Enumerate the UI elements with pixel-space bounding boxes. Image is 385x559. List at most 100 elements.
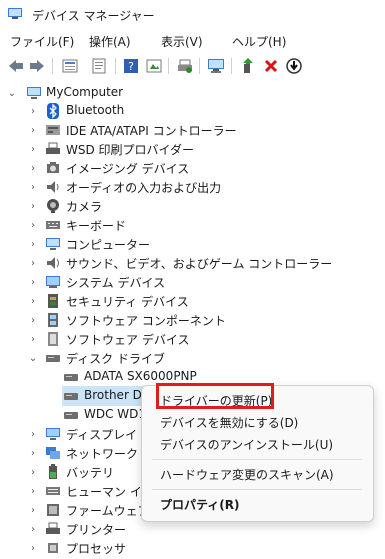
forward-icon[interactable] [27,56,47,76]
tree-item-label: システム デバイス [66,276,166,290]
tree-item-label: ソフトウェア コンポーネント [66,314,226,328]
tree-item-label: コンピューター [66,238,151,252]
tree-item-label: ソフトウェア デバイス [66,333,190,347]
tree-item-processor[interactable]: › プロセッサ [0,537,385,559]
toolbar: ? [0,52,385,80]
chevron-down-icon[interactable]: ⌄ [6,87,18,99]
monitor-scan-icon[interactable] [206,56,226,76]
menu-help[interactable]: ヘルプ(H) [232,33,286,50]
software-device-icon [48,332,58,346]
network-adapter-icon [46,447,60,459]
menu-view[interactable]: 表示(V) [161,33,203,50]
chevron-right-icon[interactable]: › [27,314,39,326]
chevron-right-icon[interactable]: › [27,333,39,345]
properties-icon[interactable] [89,56,109,76]
chevron-right-icon[interactable]: › [27,542,39,554]
toolbar-separator [52,58,53,74]
sound-controller-icon [47,257,59,269]
tree-item-label: プロセッサ [66,542,127,556]
system-device-icon [46,276,60,288]
printer-icon [46,142,60,154]
chevron-right-icon[interactable]: › [27,447,39,459]
chevron-right-icon[interactable]: › [27,485,39,497]
speaker-icon [47,181,59,193]
action-view-icon[interactable] [144,56,164,76]
bluetooth-icon [47,103,59,119]
tree-item-label: プリンター [66,523,127,537]
tree-item-label: ディスク ドライブ [66,352,165,366]
menu-bar: ファイル(F) 操作(A) 表示(V) ヘルプ(H) [0,30,385,52]
tree-item-label: バッテリ [66,466,115,480]
back-icon[interactable] [6,56,26,76]
keyboard-icon [46,221,60,229]
tree-item-label: セキュリティ デバイス [66,295,189,309]
computer-icon [27,87,41,99]
tree-item-label: キーボード [66,219,127,233]
ide-controller-icon [46,125,60,135]
chevron-right-icon[interactable]: › [27,200,39,212]
toolbar-separator [199,58,200,74]
tree-item-label: イメージング デバイス [66,162,190,176]
device-manager-icon [8,8,22,19]
toolbar-separator [231,58,232,74]
menu-properties[interactable]: プロパティ(R) [160,496,240,513]
uninstall-icon[interactable] [261,56,281,76]
chevron-right-icon[interactable]: › [27,238,39,250]
tree-item-label: ADATA SX6000PNP [84,369,197,383]
tree-item-label: Bluetooth [66,103,125,117]
chevron-right-icon[interactable]: › [27,181,39,193]
download-icon[interactable] [284,56,304,76]
hid-icon [46,487,60,495]
disk-drive-icon [64,374,78,381]
tree-root-label: MyComputer [46,85,124,99]
annotation-highlight [156,383,274,409]
menu-uninstall-device[interactable]: デバイスのアンインストール(U) [160,436,333,453]
menu-action[interactable]: 操作(A) [89,33,131,50]
help-icon[interactable]: ? [121,56,141,76]
menu-file[interactable]: ファイル(F) [10,33,74,50]
firmware-icon [47,504,59,516]
monitor-icon [46,238,60,250]
chevron-right-icon[interactable]: › [27,124,39,136]
toolbar-separator [115,58,116,74]
printer-icon [46,522,60,534]
tree-item-label: WSD 印刷プロバイダー [66,143,195,157]
toolbar-separator [168,58,169,74]
menu-separator [152,489,362,490]
chevron-right-icon[interactable]: › [27,219,39,231]
tree-view-icon[interactable] [60,56,80,76]
chevron-right-icon[interactable]: › [27,257,39,269]
disk-drive-icon [46,355,60,362]
display-adapter-icon [46,428,60,440]
print-icon[interactable] [175,56,195,76]
disk-drive-icon [64,412,78,419]
chevron-right-icon[interactable]: › [27,143,39,155]
chevron-right-icon[interactable]: › [27,162,39,174]
tree-item-label: カメラ [66,200,103,214]
title-bar: デバイス マネージャー [0,0,385,30]
chevron-right-icon[interactable]: › [27,523,39,535]
tree-item-label: ファームウェア [66,504,150,518]
imaging-device-icon [47,162,59,173]
camera-icon [47,199,59,213]
chevron-right-icon[interactable]: › [27,466,39,478]
window-title: デバイス マネージャー [32,9,155,23]
security-device-icon [48,294,58,308]
menu-disable-device[interactable]: デバイスを無効にする(D) [160,414,298,431]
chevron-right-icon[interactable]: › [27,428,39,440]
processor-icon [48,543,58,553]
chevron-right-icon[interactable]: › [27,276,39,288]
chevron-right-icon[interactable]: › [27,105,39,117]
software-component-icon [48,313,58,327]
chevron-down-icon[interactable]: ⌄ [27,352,39,364]
menu-scan-hardware[interactable]: ハードウェア変更のスキャン(A) [160,466,334,483]
chevron-right-icon[interactable]: › [27,504,39,516]
menu-separator [152,459,362,460]
tree-item-label: サウンド、ビデオ、およびゲーム コントローラー [66,257,333,271]
disk-drive-icon [64,393,78,400]
update-driver-icon[interactable] [238,56,258,76]
chevron-right-icon[interactable]: › [27,295,39,307]
battery-icon [49,464,57,479]
tree-item-label: IDE ATA/ATAPI コントローラー [66,124,237,138]
tree-item-label: オーディオの入力および出力 [66,181,222,195]
